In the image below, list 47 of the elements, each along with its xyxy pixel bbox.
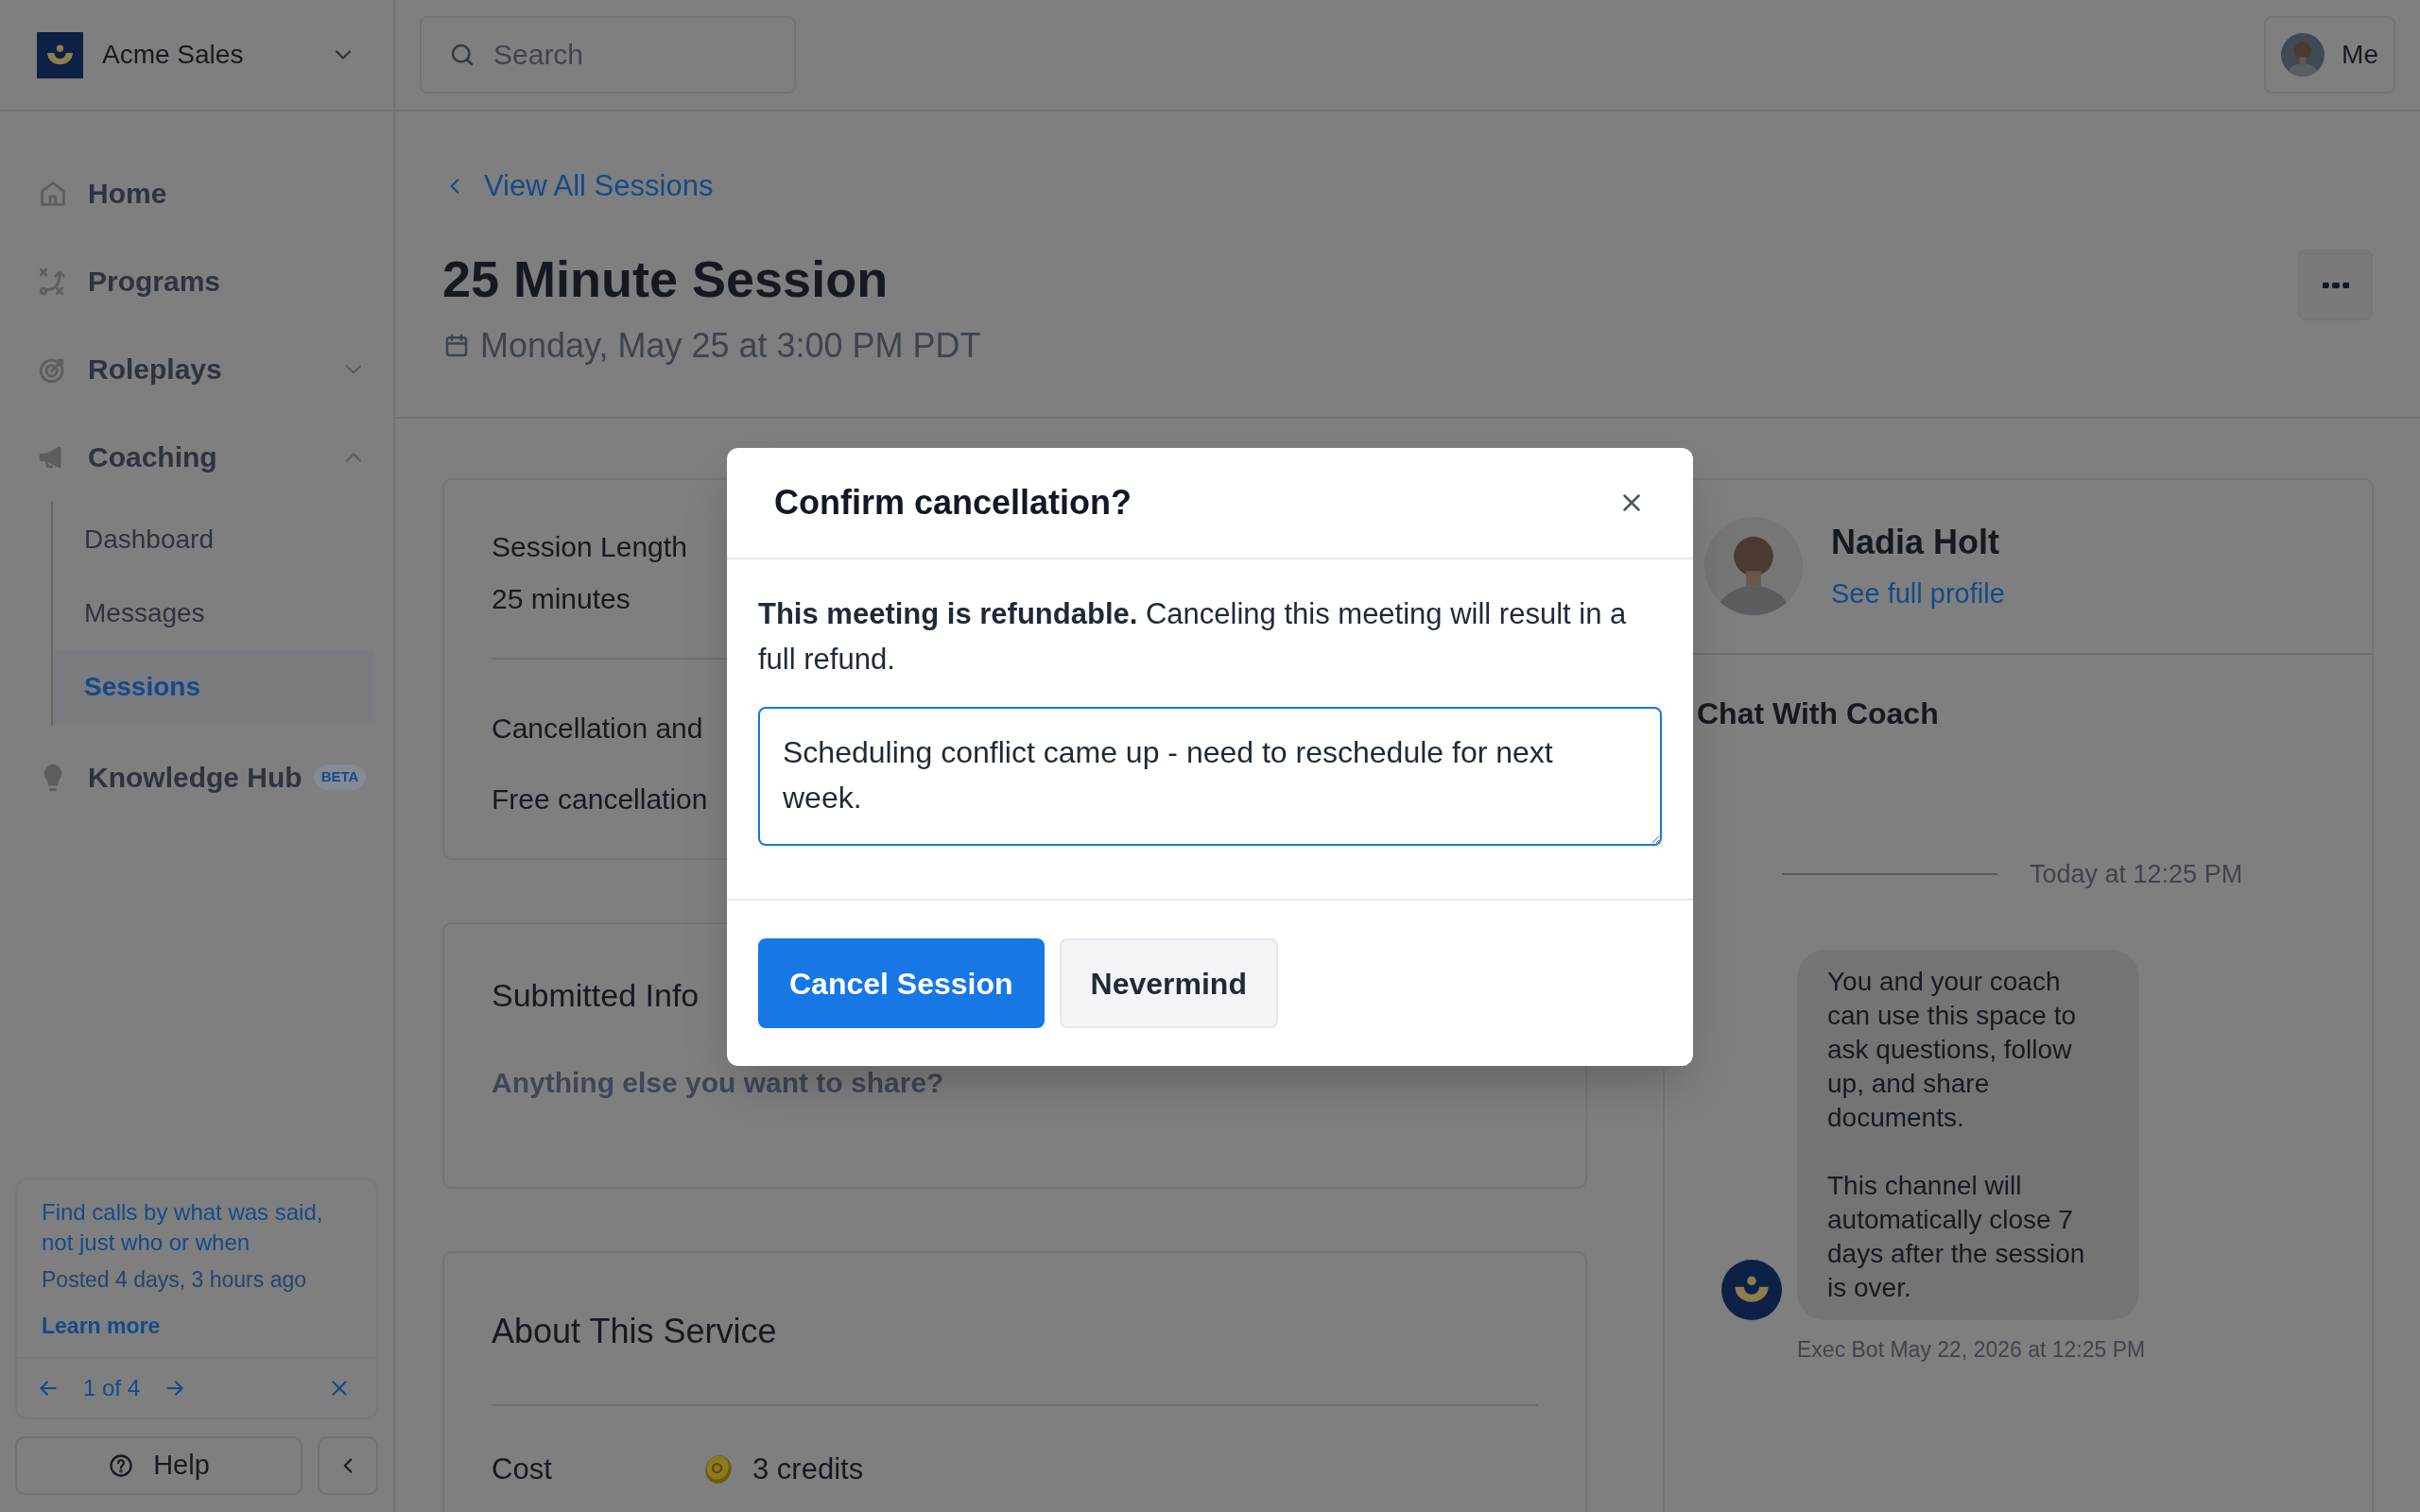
workspace-name: Acme Sales — [102, 39, 245, 71]
chat-date-divider: Today at 12:25 PM — [2030, 858, 2243, 890]
posted-time: Posted 4 days, 3 hours ago — [42, 1266, 307, 1294]
learn-more-link[interactable]: Learn more — [42, 1309, 161, 1342]
chat-title: Chat With Coach — [1696, 695, 1940, 732]
sidebar-subitem[interactable]: Sessions — [53, 650, 374, 724]
detail-label: Session Length — [492, 529, 687, 564]
more-icon — [2322, 282, 2349, 288]
sidebar-item[interactable]: Home — [37, 149, 374, 237]
message-text: This channel will automatically close 7 days after the session is over. — [1827, 1170, 2086, 1304]
sidebar-item[interactable]: Roleplays — [37, 325, 374, 413]
sidebar-subitem[interactable]: Messages — [53, 576, 374, 650]
message-meta: Exec Bot May 22, 2026 at 12:25 PM — [1796, 1336, 2147, 1364]
cancel-session-button[interactable]: Cancel Session — [758, 938, 1045, 1028]
page-counter: 1 of 4 — [83, 1374, 141, 1402]
sidebar-item[interactable]: Coaching — [37, 413, 374, 501]
logo-icon — [37, 31, 83, 78]
help-button[interactable]: Help — [15, 1436, 302, 1495]
card-title: About This Service — [492, 1305, 1538, 1406]
coach-name: Nadia Holt — [1831, 522, 2000, 564]
detail-label: Cancellation and — [492, 711, 703, 746]
announcement-title: Find calls by what was said, not just who or when — [42, 1198, 324, 1257]
back-link[interactable]: View All Sessions — [442, 164, 2298, 209]
reason-field[interactable]: Scheduling conflict came up - need to reschedule for next week. — [758, 707, 1662, 846]
sidebar-item[interactable]: Knowledge Hub BETA — [37, 733, 374, 821]
help-icon — [108, 1452, 135, 1479]
dialog-title: Confirm cancellation? — [774, 482, 1133, 524]
question-text: Anything else you want to share? — [492, 1065, 944, 1100]
more-options-button[interactable] — [2298, 249, 2373, 320]
dismiss-button[interactable]: Nevermind — [1059, 938, 1278, 1028]
account-button[interactable]: Me — [2264, 16, 2395, 94]
row-value: 3 credits — [752, 1451, 864, 1487]
profile-link[interactable]: See full profile — [1831, 574, 2005, 615]
row-label: Cost — [492, 1451, 553, 1487]
card-title: Submitted Info — [492, 975, 700, 1015]
beta-badge: BETA — [313, 765, 367, 790]
detail-value: Free cancellation — [492, 782, 708, 816]
session-date: Monday, May 25 at 3:00 PM PDT — [480, 324, 981, 367]
sidebar-subitem[interactable]: Dashboard — [53, 503, 374, 576]
dialog-message: This meeting is refundable. Canceling this meeting will result in a full refund. — [758, 596, 1628, 678]
sidebar-item[interactable]: Programs — [37, 237, 374, 325]
search-field[interactable]: Search — [420, 16, 796, 94]
collapse-button[interactable] — [318, 1436, 378, 1495]
bot-avatar-icon — [1721, 1260, 1782, 1320]
message-text: You and your coach can use this space to ask questions, follow up, and share documents. — [1827, 966, 2078, 1134]
detail-value: 25 minutes — [492, 581, 631, 616]
page-title: 25 Minute Session — [442, 249, 890, 309]
